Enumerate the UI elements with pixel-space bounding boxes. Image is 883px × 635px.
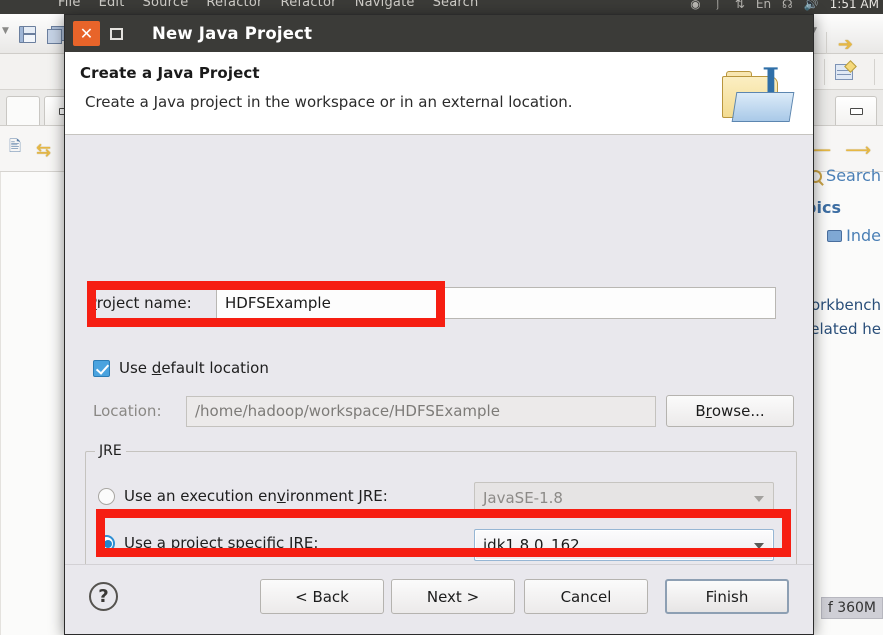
- radio-execution-environment-jre[interactable]: Use an execution environment JRE:: [98, 487, 388, 505]
- system-clock[interactable]: 1:51 AM: [830, 0, 879, 11]
- screenshot-root: File Edit Source Refactor Refactor Navigate Se…: [0, 0, 883, 635]
- toolbar-overflow-chevron-icon[interactable]: ▼: [2, 26, 9, 36]
- new-java-project-dialog: ✕ New Java Project Create a Java Project…: [64, 14, 814, 635]
- menu-search[interactable]: Search: [433, 0, 479, 10]
- toolbar-row2-divider-2: [874, 59, 875, 85]
- network-icon[interactable]: ⇅: [735, 0, 745, 11]
- finish-button[interactable]: Finish: [665, 579, 789, 614]
- help-related-text: elated he: [810, 320, 881, 338]
- document-icon[interactable]: 🖹: [4, 137, 26, 159]
- use-default-location-label: Use default location: [119, 359, 269, 377]
- menu-edit[interactable]: Edit: [99, 0, 125, 10]
- forward-arrow-icon-2[interactable]: ⟶: [845, 140, 871, 161]
- restore-icon-right: [849, 107, 863, 115]
- dialog-title: New Java Project: [152, 24, 313, 43]
- project-specific-jre-combo-value: jdk1.8.0_162: [483, 536, 580, 554]
- project-name-label-rest: roject name:: [96, 294, 192, 312]
- browse-button[interactable]: Br owse...: [666, 395, 794, 427]
- close-icon[interactable]: ✕: [73, 21, 100, 46]
- dialog-body: Project name: Use default location Locat…: [65, 135, 813, 623]
- save-icon[interactable]: [16, 24, 38, 45]
- heap-status-text: f 360M: [827, 600, 876, 616]
- radio-project-specific-jre-label: Use a project specific JRE:: [124, 534, 319, 552]
- project-name-label: Project name:: [88, 294, 192, 312]
- chevron-down-icon-2: [754, 543, 764, 549]
- system-tray[interactable]: ◉ ⎰ ⇅ En ☊ 🔊 1:51 AM: [690, 0, 879, 12]
- next-button[interactable]: Next >: [391, 579, 515, 614]
- chevron-down-icon: [754, 496, 764, 502]
- radio-execution-environment-jre-label: Use an execution environment JRE:: [124, 487, 388, 505]
- jre-group-label: JRE: [95, 443, 126, 459]
- menu-source[interactable]: Source: [143, 0, 189, 10]
- java-project-folder-icon: J: [718, 62, 798, 126]
- use-default-location-checkbox[interactable]: [93, 359, 110, 377]
- project-name-input[interactable]: [216, 287, 776, 319]
- sync-arrows-icon[interactable]: ⇆: [36, 140, 51, 161]
- toolbar-divider: [826, 32, 827, 54]
- panel-divider: [0, 172, 1, 635]
- cancel-button[interactable]: Cancel: [524, 579, 648, 614]
- dialog-titlebar: ✕ New Java Project: [65, 15, 813, 52]
- back-button[interactable]: < Back: [260, 579, 384, 614]
- keyboard-icon[interactable]: ⎰: [712, 0, 724, 12]
- use-default-location-row[interactable]: Use default location: [93, 359, 269, 377]
- volume-icon[interactable]: 🔊: [804, 0, 819, 11]
- help-view-tab-restore[interactable]: [835, 96, 877, 125]
- forward-arrow-icon[interactable]: ➔: [838, 34, 853, 55]
- execution-environment-combo[interactable]: JavaSE-1.8: [474, 482, 774, 514]
- execution-environment-combo-value: JavaSE-1.8: [483, 489, 563, 507]
- radio-project-specific-jre-button[interactable]: [98, 534, 115, 552]
- page-title: Create a Java Project: [80, 64, 260, 82]
- menu-refactor[interactable]: Refactor: [206, 0, 262, 10]
- help-workbench-text: orkbench: [810, 296, 881, 314]
- camera-icon[interactable]: ◉: [690, 0, 700, 11]
- new-wizard-icon[interactable]: [833, 61, 855, 82]
- menu-navigate[interactable]: Navigate: [355, 0, 415, 10]
- page-description: Create a Java project in the workspace o…: [85, 93, 573, 111]
- bluetooth-icon[interactable]: ☊: [782, 0, 793, 11]
- menu-file[interactable]: File: [58, 0, 81, 10]
- location-input[interactable]: [186, 395, 656, 427]
- radio-execution-environment-jre-button[interactable]: [98, 487, 115, 505]
- radio-project-specific-jre[interactable]: Use a project specific JRE:: [98, 534, 318, 552]
- book-icon: [827, 230, 843, 242]
- menu-refactor-2[interactable]: Refactor: [281, 0, 337, 10]
- project-specific-jre-combo[interactable]: jdk1.8.0_162: [474, 529, 774, 561]
- location-row: Location: Browse...: [93, 395, 794, 427]
- maximize-icon[interactable]: [103, 21, 130, 46]
- dialog-header: Create a Java Project Create a Java proj…: [65, 52, 813, 135]
- toolbar-row2-divider: [824, 59, 825, 85]
- editor-tab-active[interactable]: [6, 96, 40, 125]
- help-index-link[interactable]: Inde: [827, 226, 881, 245]
- help-search-link[interactable]: Search: [809, 166, 881, 185]
- help-icon[interactable]: ?: [89, 582, 118, 611]
- language-indicator-icon[interactable]: En: [756, 0, 771, 11]
- menubar-items[interactable]: File Edit Source Refactor Refactor Navigate Se…: [58, 0, 496, 10]
- heap-status-indicator[interactable]: f 360M: [820, 597, 883, 619]
- location-label: Location:: [93, 402, 162, 420]
- dialog-footer: ? < Back Next > Cancel Finish: [65, 564, 813, 634]
- project-name-row: Project name:: [88, 287, 776, 319]
- system-menubar: File Edit Source Refactor Refactor Navigate Se…: [0, 0, 883, 14]
